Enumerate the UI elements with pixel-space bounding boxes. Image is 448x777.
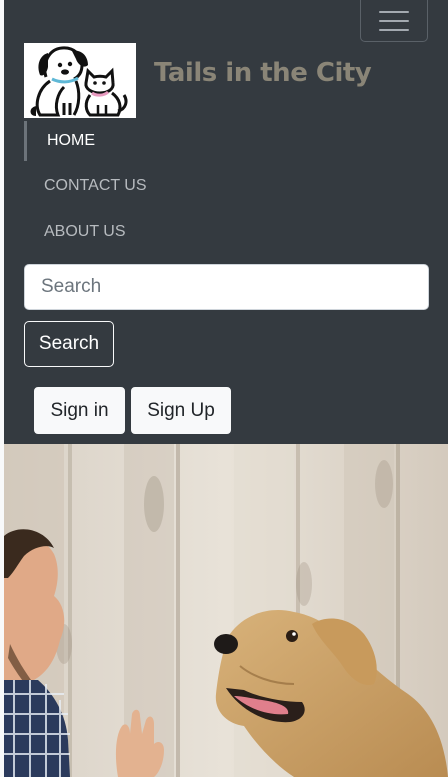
hamburger-menu-icon-line (379, 28, 409, 31)
nav-link-home[interactable]: HOME (24, 121, 95, 161)
nav-link-contact-us[interactable]: CONTACT US (24, 166, 147, 206)
search-input[interactable] (24, 264, 429, 310)
navbar: Tails in the City HOME CONTACT US ABOUT … (4, 0, 448, 444)
sign-up-button[interactable]: Sign Up (131, 387, 231, 434)
sign-in-button[interactable]: Sign in (34, 387, 125, 434)
brand-logo[interactable] (24, 43, 136, 118)
hamburger-menu-icon-line (379, 19, 409, 22)
hero-image (4, 444, 448, 777)
man-high-fiving-dog-photo (4, 444, 448, 777)
brand-title[interactable]: Tails in the City (154, 58, 372, 88)
dog-and-cat-logo-icon (24, 43, 136, 118)
navbar-toggler-button[interactable] (360, 0, 428, 42)
page: Tails in the City HOME CONTACT US ABOUT … (0, 0, 448, 777)
hamburger-menu-icon (379, 10, 409, 13)
search-button[interactable]: Search (24, 321, 114, 367)
nav-link-about-us[interactable]: ABOUT US (24, 212, 126, 252)
